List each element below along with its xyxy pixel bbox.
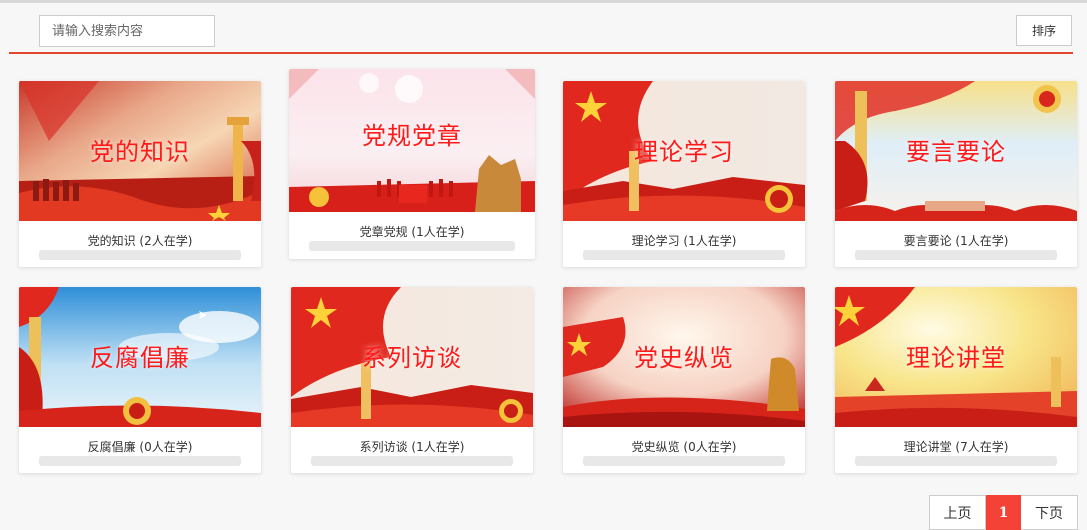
prev-page-button[interactable]: 上页 bbox=[929, 495, 986, 530]
course-progress-bar bbox=[855, 250, 1057, 260]
course-cover-image: 反腐倡廉 bbox=[19, 287, 261, 427]
course-cover-title: 党规党章 bbox=[362, 121, 462, 150]
course-card-theory-study[interactable]: 理论学习 理论学习 (1人在学) bbox=[563, 81, 805, 267]
course-cover-image: 党史纵览 bbox=[563, 287, 805, 427]
course-cover-title: 理论讲堂 bbox=[906, 344, 1006, 373]
course-card-party-knowledge[interactable]: 党的知识 党的知识 (2人在学) bbox=[19, 81, 261, 267]
course-cover-image: 党的知识 bbox=[19, 81, 261, 221]
pagination: 上页 1 下页 bbox=[929, 495, 1078, 530]
course-progress-bar bbox=[39, 250, 241, 260]
course-caption: 反腐倡廉 (0人在学) bbox=[87, 440, 193, 454]
course-progress-bar bbox=[39, 456, 241, 466]
course-cover-image: 理论讲堂 bbox=[835, 287, 1077, 427]
course-cover-title: 系列访谈 bbox=[362, 344, 462, 373]
course-cover-image: 党规党章 bbox=[289, 69, 535, 212]
course-cover-title: 要言要论 bbox=[906, 138, 1006, 167]
course-cover-title: 党的知识 bbox=[90, 138, 190, 167]
course-progress-bar bbox=[583, 250, 785, 260]
course-caption: 系列访谈 (1人在学) bbox=[359, 440, 465, 454]
course-cover-image: 要言要论 bbox=[835, 81, 1077, 221]
course-card-theory-lecture[interactable]: 理论讲堂 理论讲堂 (7人在学) bbox=[835, 287, 1077, 473]
course-caption: 要言要论 (1人在学) bbox=[903, 234, 1009, 248]
course-progress-bar bbox=[855, 456, 1057, 466]
course-caption: 理论讲堂 (7人在学) bbox=[903, 440, 1009, 454]
current-page-button[interactable]: 1 bbox=[986, 495, 1021, 530]
course-cover-title: 理论学习 bbox=[634, 138, 734, 167]
course-cover-image: 理论学习 bbox=[563, 81, 805, 221]
course-cover-image: 系列访谈 bbox=[291, 287, 533, 427]
course-cover-title: 反腐倡廉 bbox=[90, 344, 190, 373]
course-progress-bar bbox=[309, 241, 515, 251]
course-card-interview-series[interactable]: 系列访谈 系列访谈 (1人在学) bbox=[291, 287, 533, 473]
sort-button[interactable]: 排序 bbox=[1016, 15, 1072, 46]
course-progress-bar bbox=[583, 456, 785, 466]
course-card-party-history[interactable]: 党史纵览 党史纵览 (0人在学) bbox=[563, 287, 805, 473]
course-caption: 党的知识 (2人在学) bbox=[87, 234, 193, 248]
course-caption: 党章党规 (1人在学) bbox=[359, 225, 465, 239]
course-card-party-rules[interactable]: 党规党章 党章党规 (1人在学) bbox=[289, 69, 535, 259]
header-divider bbox=[9, 52, 1073, 54]
search-input[interactable] bbox=[39, 15, 215, 47]
course-card-anti-corruption[interactable]: 反腐倡廉 反腐倡廉 (0人在学) bbox=[19, 287, 261, 473]
top-border bbox=[0, 0, 1087, 3]
next-page-button[interactable]: 下页 bbox=[1021, 495, 1078, 530]
course-caption: 理论学习 (1人在学) bbox=[631, 234, 737, 248]
course-caption: 党史纵览 (0人在学) bbox=[631, 440, 737, 454]
course-card-key-speeches[interactable]: 要言要论 要言要论 (1人在学) bbox=[835, 81, 1077, 267]
course-progress-bar bbox=[311, 456, 513, 466]
course-cover-title: 党史纵览 bbox=[634, 344, 734, 373]
